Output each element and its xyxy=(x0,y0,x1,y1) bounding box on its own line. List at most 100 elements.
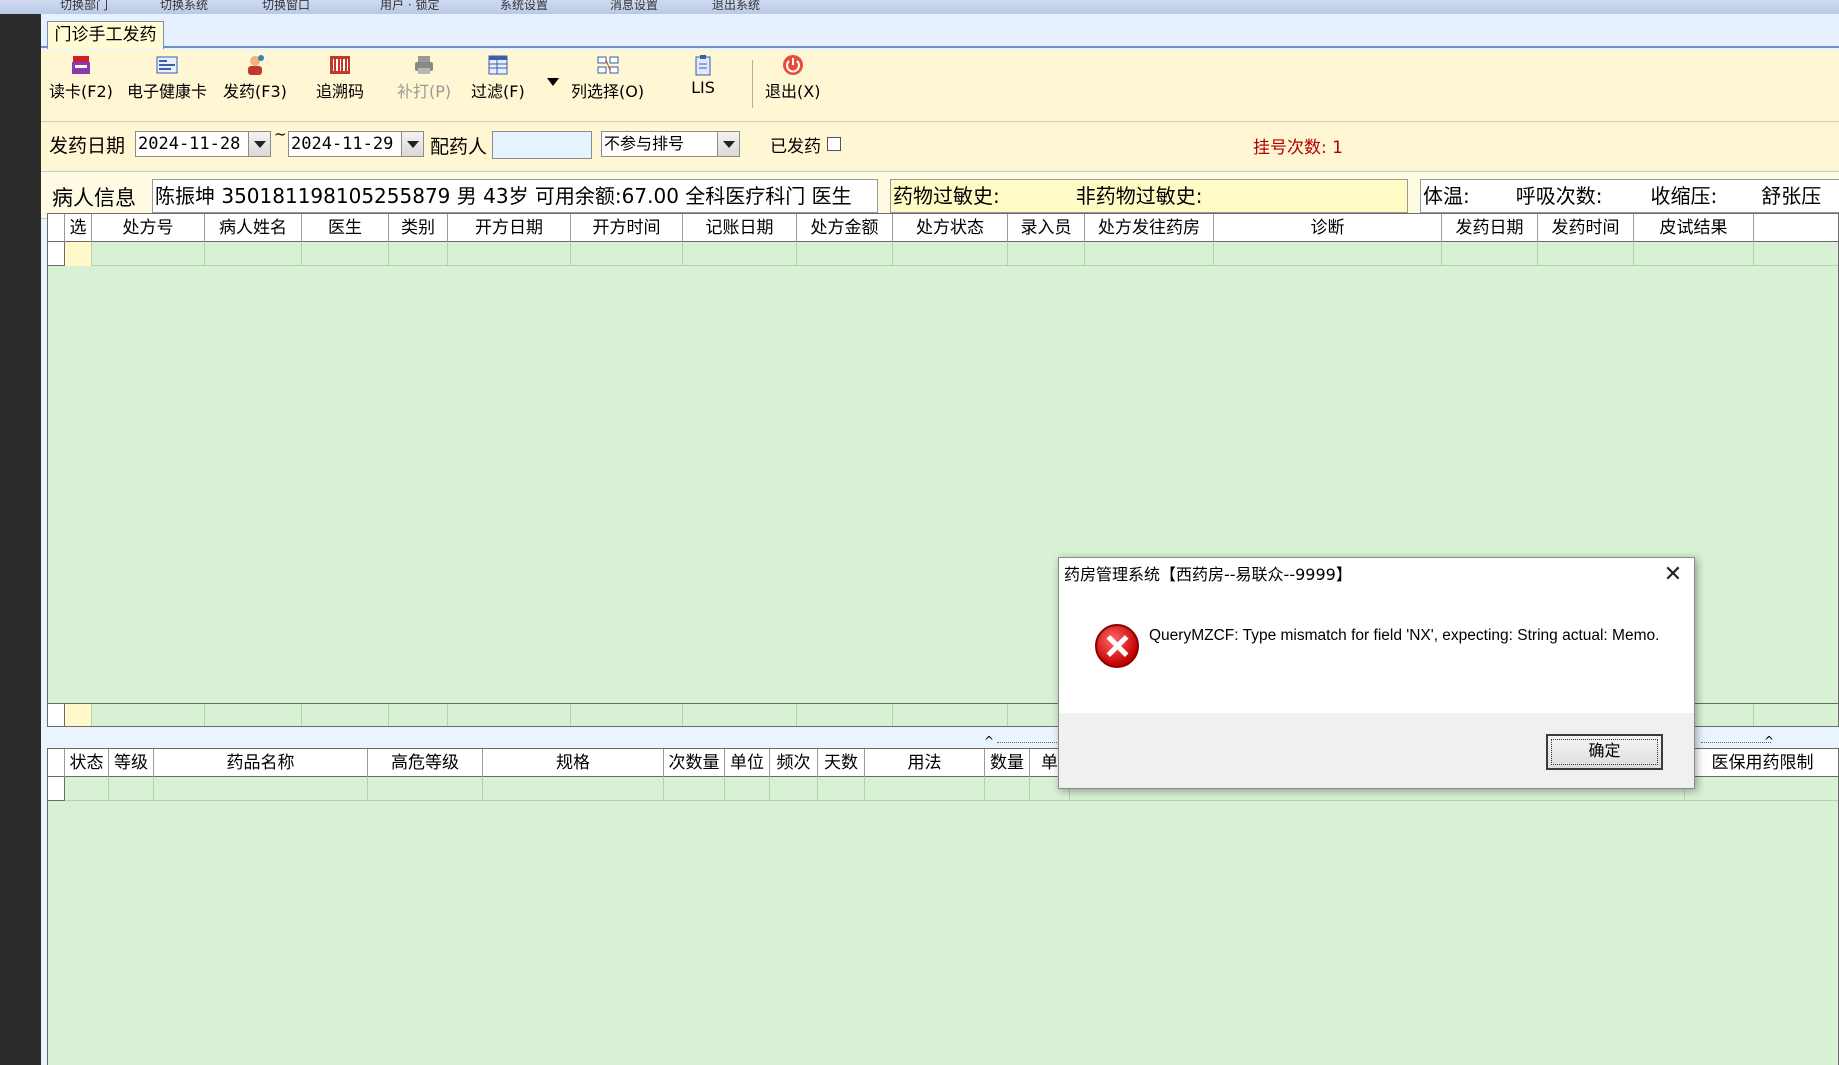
chevron-down-icon[interactable] xyxy=(401,132,423,156)
table-cell[interactable] xyxy=(92,242,205,266)
col-header-dose[interactable]: 次数量 xyxy=(664,749,725,777)
dispensed-checkbox[interactable] xyxy=(827,137,841,151)
table-cell[interactable] xyxy=(893,242,1008,266)
menu-item-switch-system[interactable]: 切换系统 xyxy=(160,0,208,13)
reprint-button[interactable]: 补打(P) xyxy=(397,54,451,102)
dialog-title: 药房管理系统【西药房--易联众--9999】 xyxy=(1059,558,1694,593)
col-header-category[interactable]: 类别 xyxy=(389,214,448,242)
table-cell[interactable] xyxy=(770,777,818,801)
table-cell[interactable] xyxy=(985,777,1030,801)
col-header-rx-date[interactable]: 开方日期 xyxy=(448,214,571,242)
ok-button[interactable]: 确定 xyxy=(1546,734,1663,770)
col-header-unit[interactable]: 单位 xyxy=(725,749,770,777)
menu-item-switch-dept[interactable]: 切换部门 xyxy=(60,0,108,13)
col-header-patient-name[interactable]: 病人姓名 xyxy=(205,214,302,242)
col-header-usage[interactable]: 用法 xyxy=(865,749,985,777)
summary-cell xyxy=(683,704,797,726)
table-cell[interactable] xyxy=(797,242,893,266)
table-cell[interactable] xyxy=(865,777,985,801)
col-header-billing-date[interactable]: 记账日期 xyxy=(683,214,797,242)
filter-dropdown-arrow-icon[interactable] xyxy=(547,78,559,86)
splitter-up-arrow-icon[interactable]: ^ xyxy=(1764,734,1774,748)
menu-item-exit-system[interactable]: 退出系统 xyxy=(712,0,760,13)
table-cell[interactable] xyxy=(725,777,770,801)
registration-count: 挂号次数: 1 xyxy=(1253,138,1343,158)
drug-detail-grid[interactable]: 状态 等级 药品名称 高危等级 规格 次数量 单位 频次 天数 用法 数量 单 … xyxy=(47,748,1839,1065)
col-header-days[interactable]: 天数 xyxy=(818,749,865,777)
table-cell[interactable] xyxy=(1685,777,1838,801)
select-cell[interactable] xyxy=(65,242,92,266)
table-cell[interactable] xyxy=(65,777,109,801)
patient-info-label: 病人信息 xyxy=(52,186,136,210)
nondrug-allergy-label: 非药物过敏史: xyxy=(1075,184,1203,208)
summary-cell xyxy=(448,704,571,726)
close-icon[interactable]: ✕ xyxy=(1662,564,1684,586)
chevron-down-icon[interactable] xyxy=(717,132,739,156)
col-header-entered-by[interactable]: 录入员 xyxy=(1008,214,1085,242)
chevron-down-icon[interactable] xyxy=(248,132,270,156)
table-cell[interactable] xyxy=(302,242,389,266)
doser-input[interactable] xyxy=(492,131,592,159)
col-header-insurance-limit[interactable]: 医保用药限制 xyxy=(1685,749,1838,777)
table-cell[interactable] xyxy=(1442,242,1538,266)
table-cell[interactable] xyxy=(1634,242,1754,266)
card-reader-icon xyxy=(71,56,90,74)
col-header-rx-status[interactable]: 处方状态 xyxy=(893,214,1008,242)
menu-item-user-lock[interactable]: 用户 · 锁定 xyxy=(380,0,439,13)
col-header-grade[interactable]: 等级 xyxy=(109,749,154,777)
menu-item-switch-window[interactable]: 切换窗口 xyxy=(262,0,310,13)
date-to-picker[interactable]: 2024-11-29 xyxy=(288,131,424,157)
table-cell[interactable] xyxy=(368,777,483,801)
col-header-doctor[interactable]: 医生 xyxy=(302,214,389,242)
col-header-risk-level[interactable]: 高危等级 xyxy=(368,749,483,777)
table-cell[interactable] xyxy=(483,777,664,801)
col-header-dispense-time[interactable]: 发药时间 xyxy=(1538,214,1634,242)
table-cell[interactable] xyxy=(683,242,797,266)
lis-button[interactable]: LIS xyxy=(691,54,715,97)
tab-outpatient-dispense[interactable]: 门诊手工发药 xyxy=(47,21,164,49)
table-cell[interactable] xyxy=(1214,242,1442,266)
menu-item-settings[interactable]: 系统设置 xyxy=(500,0,548,13)
col-header-target-pharmacy[interactable]: 处方发往药房 xyxy=(1085,214,1214,242)
col-header-quantity[interactable]: 数量 xyxy=(985,749,1030,777)
table-cell[interactable] xyxy=(109,777,154,801)
col-header-rx-time[interactable]: 开方时间 xyxy=(571,214,683,242)
col-header-drug-name[interactable]: 药品名称 xyxy=(154,749,368,777)
column-select-button[interactable]: 列选择(O) xyxy=(571,54,644,102)
table-cell[interactable] xyxy=(1085,242,1214,266)
row-indicator[interactable] xyxy=(48,777,65,801)
table-cell[interactable] xyxy=(154,777,368,801)
trace-code-button[interactable]: 追溯码 xyxy=(316,54,364,102)
col-header-spec[interactable]: 规格 xyxy=(483,749,664,777)
table-cell[interactable] xyxy=(448,242,571,266)
health-card-button[interactable]: 电子健康卡 xyxy=(127,54,207,102)
col-header-frequency[interactable]: 频次 xyxy=(770,749,818,777)
menu-item-message[interactable]: 消息设置 xyxy=(610,0,658,13)
col-header-rx-no[interactable]: 处方号 xyxy=(92,214,205,242)
col-header-status[interactable]: 状态 xyxy=(65,749,109,777)
date-from-picker[interactable]: 2024-11-28 xyxy=(135,131,271,157)
dispense-button[interactable]: 发药(F3) xyxy=(223,54,287,102)
table-cell[interactable] xyxy=(389,242,448,266)
splitter-up-arrow-icon[interactable]: ^ xyxy=(984,734,994,748)
col-header-select[interactable]: 选 xyxy=(65,214,92,242)
exit-button[interactable]: 退出(X) xyxy=(765,54,820,102)
table-cell[interactable] xyxy=(1008,242,1085,266)
filter-button[interactable]: 过滤(F) xyxy=(471,54,525,102)
col-header-skin-test[interactable]: 皮试结果 xyxy=(1634,214,1754,242)
power-icon xyxy=(782,55,803,75)
col-header-dispense-date[interactable]: 发药日期 xyxy=(1442,214,1538,242)
table-row[interactable] xyxy=(48,242,1838,266)
row-indicator[interactable] xyxy=(48,242,65,266)
table-cell[interactable] xyxy=(571,242,683,266)
col-header-rx-amount[interactable]: 处方金额 xyxy=(797,214,893,242)
table-cell[interactable] xyxy=(818,777,865,801)
table-cell[interactable] xyxy=(664,777,725,801)
col-header-diagnosis[interactable]: 诊断 xyxy=(1214,214,1442,242)
error-dialog: 药房管理系统【西药房--易联众--9999】 ✕ QueryMZCF: Type… xyxy=(1058,557,1695,789)
table-cell[interactable] xyxy=(1538,242,1634,266)
read-card-button[interactable]: 读卡(F2) xyxy=(49,54,113,102)
table-cell[interactable] xyxy=(205,242,302,266)
printer-icon xyxy=(415,56,434,74)
queue-select[interactable]: 不参与排号 xyxy=(601,131,740,157)
